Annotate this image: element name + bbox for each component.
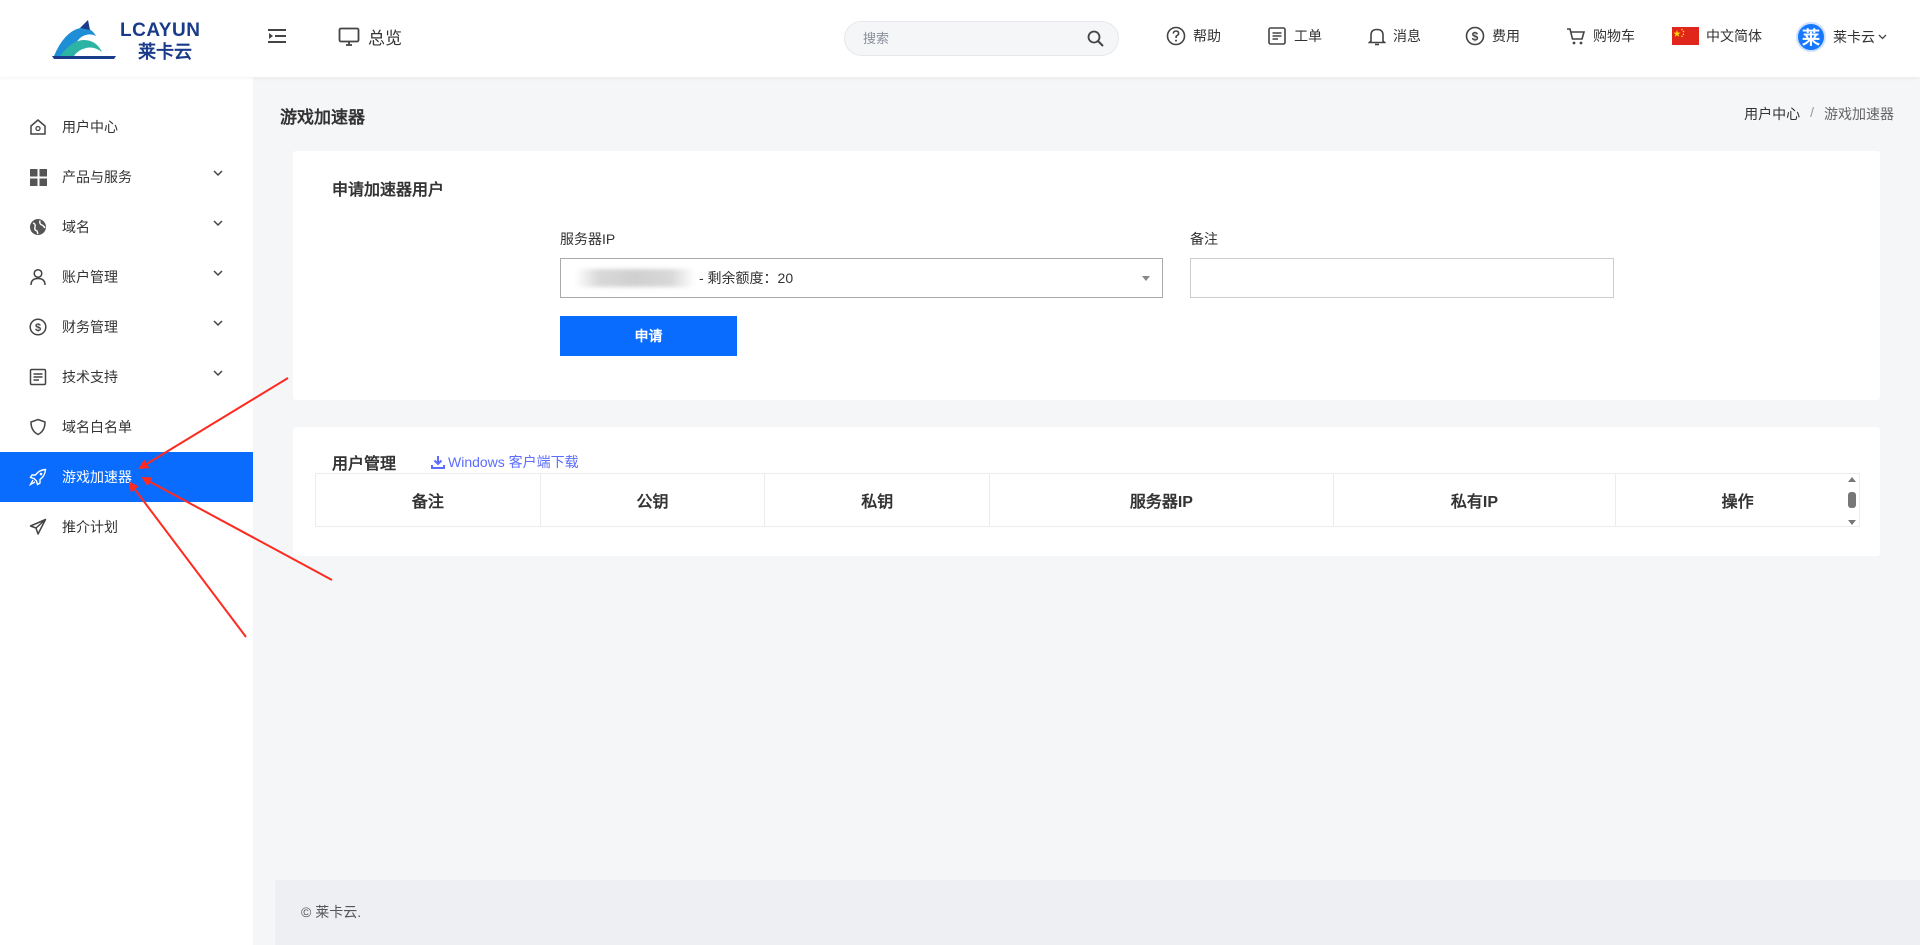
language-label: 中文简体 [1706,28,1762,44]
search-box [844,21,1119,56]
sidebar-item-domain[interactable]: 域名 [0,202,253,252]
breadcrumb-user-center[interactable]: 用户中心 [1744,104,1800,124]
user-management-title: 用户管理 [332,456,397,473]
avatar: 莱 [1796,22,1826,52]
remark-input[interactable] [1190,258,1614,298]
breadcrumb-current: 游戏加速器 [1824,106,1894,122]
menu-toggle-icon[interactable] [268,28,288,48]
fee-label: 费用 [1492,28,1520,44]
help-link[interactable]: 帮助 [1166,26,1221,46]
ticket-link[interactable]: 工单 [1267,26,1322,46]
svg-text:$: $ [1472,30,1479,44]
sidebar: 用户中心 产品与服务 域名 账户管理 $ 财务管理 技术支持 域名白名单 游戏加… [0,77,253,945]
help-icon [1166,26,1186,46]
globe-icon [28,217,48,237]
ticket-label: 工单 [1294,28,1322,44]
column-header-server-ip: 服务器IP [990,474,1334,526]
bell-icon [1368,28,1386,46]
apply-card-title: 申请加速器用户 [332,182,445,199]
dollar-icon: $ [1465,26,1485,46]
chevron-down-icon [213,220,223,227]
help-label: 帮助 [1193,28,1221,44]
rocket-icon [28,467,48,487]
overview-link[interactable]: 总览 [338,24,402,49]
logo-subtitle: 莱卡云 [138,42,192,63]
overview-label: 总览 [368,29,402,48]
breadcrumb: 用户中心 / 游戏加速器 [1744,104,1894,124]
column-header-private-key: 私钥 [765,474,991,526]
sidebar-item-domain-whitelist[interactable]: 域名白名单 [0,402,253,452]
sidebar-item-label: 游戏加速器 [62,469,132,485]
cart-link[interactable]: 购物车 [1566,26,1635,46]
svg-text:$: $ [35,322,41,334]
sidebar-item-support[interactable]: 技术支持 [0,352,253,402]
server-ip-value: - 剩余额度：20 [699,270,794,286]
monitor-icon [338,27,360,46]
server-ip-label: 服务器IP [560,231,616,247]
user-icon [28,267,48,287]
dollar-icon: $ [28,317,48,337]
chevron-down-icon [1878,34,1887,40]
sidebar-item-label: 域名白名单 [62,419,132,435]
copyright-text: © 莱卡云. [301,904,362,920]
breadcrumb-separator: / [1810,104,1814,120]
message-label: 消息 [1393,28,1421,44]
sidebar-item-referral[interactable]: 推介计划 [0,502,253,552]
top-bar: LCAYUN 莱卡云 总览 帮助 [0,0,1920,77]
user-management-card: 用户管理 Windows 客户端下载 备注 公钥 私钥 服务器IP 私有IP 操… [293,427,1880,556]
search-icon[interactable] [1087,30,1104,47]
sidebar-item-label: 推介计划 [62,519,118,535]
column-header-remark: 备注 [316,474,541,526]
china-flag-icon [1672,27,1699,45]
fee-link[interactable]: $ 费用 [1465,26,1520,46]
cart-label: 购物车 [1593,28,1635,44]
home-icon [28,117,48,137]
sidebar-item-label: 产品与服务 [62,169,132,185]
sidebar-item-user-center[interactable]: 用户中心 [0,102,253,152]
remark-label: 备注 [1190,231,1218,247]
windows-client-download-link[interactable]: Windows 客户端下载 [431,452,579,472]
search-input[interactable] [863,31,1087,46]
sidebar-item-label: 域名 [62,219,90,235]
send-icon [28,517,48,537]
chevron-down-icon [213,320,223,327]
user-table: 备注 公钥 私钥 服务器IP 私有IP 操作 [315,473,1860,527]
chevron-down-icon [213,170,223,177]
sidebar-item-finance[interactable]: $ 财务管理 [0,302,253,352]
page-title: 游戏加速器 [280,108,365,127]
sidebar-item-label: 财务管理 [62,319,118,335]
download-icon [431,456,445,469]
apply-button[interactable]: 申请 [560,316,737,356]
sidebar-item-label: 用户中心 [62,119,118,135]
sidebar-item-account[interactable]: 账户管理 [0,252,253,302]
grid-icon [28,167,48,187]
logo-mark-icon [52,20,116,59]
ticket-icon [1268,27,1286,45]
message-link[interactable]: 消息 [1368,26,1421,46]
server-ip-select[interactable]: - 剩余额度：20 [560,258,1163,298]
table-scrollbar[interactable] [1847,476,1857,526]
sidebar-item-label: 技术支持 [62,369,118,385]
footer: © 莱卡云. [275,880,1920,945]
user-menu[interactable]: 莱 莱卡云 [1796,22,1887,52]
logo[interactable]: LCAYUN 莱卡云 [50,18,202,63]
apply-card: 申请加速器用户 服务器IP - 剩余额度：20 备注 申请 [293,151,1880,400]
chevron-down-icon [213,370,223,377]
cart-icon [1567,28,1586,45]
user-name: 莱卡云 [1833,29,1875,45]
shield-icon [28,417,48,437]
column-header-actions: 操作 [1721,494,1754,511]
sidebar-item-game-accelerator[interactable]: 游戏加速器 [0,452,253,502]
redacted-ip [575,269,695,287]
language-selector[interactable]: 中文简体 [1672,26,1762,46]
column-header-private-ip: 私有IP [1334,474,1617,526]
document-icon [28,367,48,387]
column-header-public-key: 公钥 [541,474,766,526]
sidebar-item-label: 账户管理 [62,269,118,285]
chevron-down-icon [213,270,223,277]
download-link-label: Windows 客户端下载 [448,454,579,470]
sidebar-item-products[interactable]: 产品与服务 [0,152,253,202]
dropdown-arrow-icon [1142,276,1150,281]
